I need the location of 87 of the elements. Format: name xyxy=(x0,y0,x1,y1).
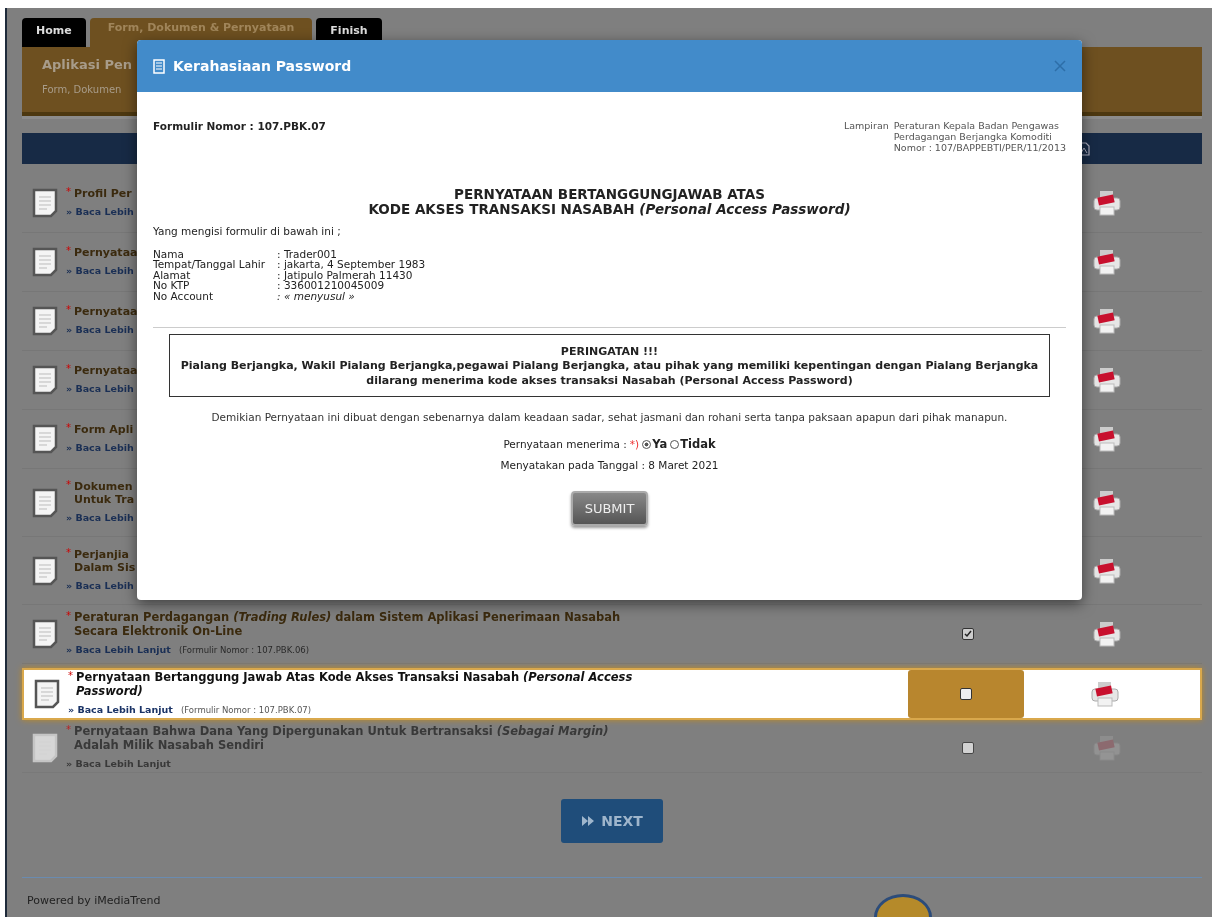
pdf-printer-icon[interactable] xyxy=(1092,367,1122,393)
document-title: Dokumen Untuk Tra xyxy=(74,479,135,507)
pdf-printer-icon[interactable] xyxy=(1092,621,1122,647)
radio-option[interactable]: Tidak xyxy=(670,437,716,452)
statement-heading: KODE AKSES TRANSAKSI NASABAH (Personal Access Password) xyxy=(367,201,852,217)
next-button[interactable]: NEXT xyxy=(561,799,663,843)
read-more-link[interactable]: » Baca Lebih Lanjut xyxy=(66,644,171,656)
required-mark: * xyxy=(66,186,71,197)
document-icon xyxy=(32,247,58,277)
checkbox[interactable] xyxy=(962,628,974,640)
pdf-printer-icon[interactable] xyxy=(1092,249,1122,275)
field-label: Nama xyxy=(153,248,185,260)
field-value: : 336001210045009 xyxy=(277,280,386,291)
form-number: (Formulir Nomor : 107.PBK.07) xyxy=(180,705,312,716)
read-more-link[interactable]: » Baca Lebih Lanjut xyxy=(68,704,173,716)
required-mark: * xyxy=(66,363,71,374)
document-title: Peraturan Perdagangan (Trading Rules) dalam Sistem Aplikasi Penerimaan Nasabah Secara Elektronik On-Line xyxy=(74,610,622,639)
read-more-link[interactable]: » Baca Lebih xyxy=(66,442,134,454)
field-value: : « menyusul » xyxy=(277,290,356,302)
read-more-link[interactable]: » Baca Lebih xyxy=(66,265,134,277)
document-title: Pernyataa xyxy=(74,363,138,378)
header-subtitle: Form, Dokumen xyxy=(42,84,122,95)
consent-label: Pernyataan menerima : xyxy=(503,438,627,451)
warning-title: PERINGATAN !!! xyxy=(559,345,660,360)
field-value: : Jatipulo Palmerah 11430 xyxy=(277,269,414,281)
required-mark: * xyxy=(66,245,71,256)
field-value: : Trader001 xyxy=(277,248,338,260)
form-number: Formulir Nomor : 107.PBK.07 xyxy=(153,120,326,132)
pdf-printer-icon[interactable] xyxy=(1092,308,1122,334)
form-number: (Formulir Nomor : 107.PBK.06) xyxy=(178,645,310,656)
document-icon xyxy=(32,487,58,518)
field-label: Alamat xyxy=(153,269,191,281)
required-mark: * xyxy=(66,479,71,490)
read-more-link[interactable]: » Baca Lebih xyxy=(66,512,134,524)
attachment-line: Perdagangan Berjangka Komoditi xyxy=(893,131,1053,142)
pdf-printer-icon[interactable] xyxy=(1090,681,1120,707)
document-icon xyxy=(32,365,58,395)
document-icon xyxy=(32,733,58,763)
checkbox[interactable] xyxy=(960,688,972,700)
required-mark: * xyxy=(66,610,71,621)
document-title: Pernyataan Bahwa Dana Yang Dipergunakan Untuk Bertransaksi (Sebagai Margin) Adalah Milik Nasabah Sendiri xyxy=(74,724,610,753)
field-label: Tempat/Tanggal Lahir xyxy=(153,259,267,270)
read-more-link[interactable]: » Baca Lebih xyxy=(66,206,134,218)
document-title: Perjanjia Dalam Sis xyxy=(74,547,136,575)
document-icon xyxy=(32,555,58,586)
document-title: Form Apli xyxy=(74,422,134,437)
pdf-printer-icon[interactable] xyxy=(1092,557,1122,584)
powered-by-text: Powered by iMediaTrend xyxy=(27,894,161,907)
statement-heading: PERNYATAAN BERTANGGUNGJAWAB ATAS xyxy=(453,187,766,202)
field-label: No KTP xyxy=(153,280,191,291)
document-title: Pernyataan Bertanggung Jawab Atas Kode Akses Transaksi Nasabah (Personal Access Password) xyxy=(76,670,634,699)
warning-text: Pialang Berjangka, Wakil Pialang Berjangka,pegawai Pialang Berjangka, atau pihak yang memiliki kepentingan dengan Pialang Berjangka dilarang menerima kode akses transaksi Nasabah (Personal Access Password) xyxy=(179,359,1040,389)
field-label: No Account xyxy=(153,290,214,302)
header-title: Aplikasi Pen xyxy=(42,57,132,72)
document-title: Pernyataa xyxy=(74,304,138,319)
attachment-label: Lampiran xyxy=(843,120,889,133)
statement-text: Demikian Pernyataan ini dibuat dengan sebenarnya dalam keadaan sadar, sehat jasmani dan rohani serta tanpa paksaan apapun dari pihak manapun. xyxy=(210,411,1009,424)
pdf-printer-icon[interactable] xyxy=(1092,426,1122,452)
submit-button[interactable]: SUBMIT xyxy=(570,491,649,527)
read-more-link[interactable]: » Baca Lebih xyxy=(66,580,134,592)
document-title: Pernyataa xyxy=(74,245,138,260)
document-icon xyxy=(34,679,60,709)
pdf-printer-icon[interactable] xyxy=(1092,489,1122,516)
attachment-line: Peraturan Kepala Badan Pengawas xyxy=(893,120,1061,131)
required-mark: * xyxy=(68,670,73,681)
required-mark: * xyxy=(66,547,71,558)
document-icon xyxy=(32,306,58,336)
required-mark: * xyxy=(66,304,71,315)
document-title: Profil Per xyxy=(74,186,132,201)
attachment-line: Nomor : 107/BAPPEBTI/PER/11/2013 xyxy=(893,142,1066,153)
fast-forward-icon xyxy=(581,816,596,826)
document-icon xyxy=(32,619,58,649)
required-mark: * xyxy=(66,724,71,735)
read-more-link[interactable]: » Baca Lebih xyxy=(66,324,134,336)
field-value: : jakarta, 4 September 1983 xyxy=(277,259,427,270)
read-more-link[interactable]: » Baca Lebih xyxy=(66,383,134,395)
document-icon xyxy=(32,424,58,454)
radio-option[interactable]: Ya xyxy=(642,437,668,452)
date-text: Menyatakan pada Tanggal : 8 Maret 2021 xyxy=(499,459,720,472)
pdf-printer-icon[interactable] xyxy=(1092,190,1122,216)
tab[interactable]: Home xyxy=(22,18,86,47)
document-icon xyxy=(32,188,58,218)
intro-text: Yang mengisi formulir di bawah ini ; xyxy=(153,224,342,237)
required-mark: *) xyxy=(629,438,640,451)
modal-title: Kerahasiaan Password xyxy=(173,58,353,74)
required-mark: * xyxy=(66,422,71,433)
document-list-icon xyxy=(153,58,165,74)
